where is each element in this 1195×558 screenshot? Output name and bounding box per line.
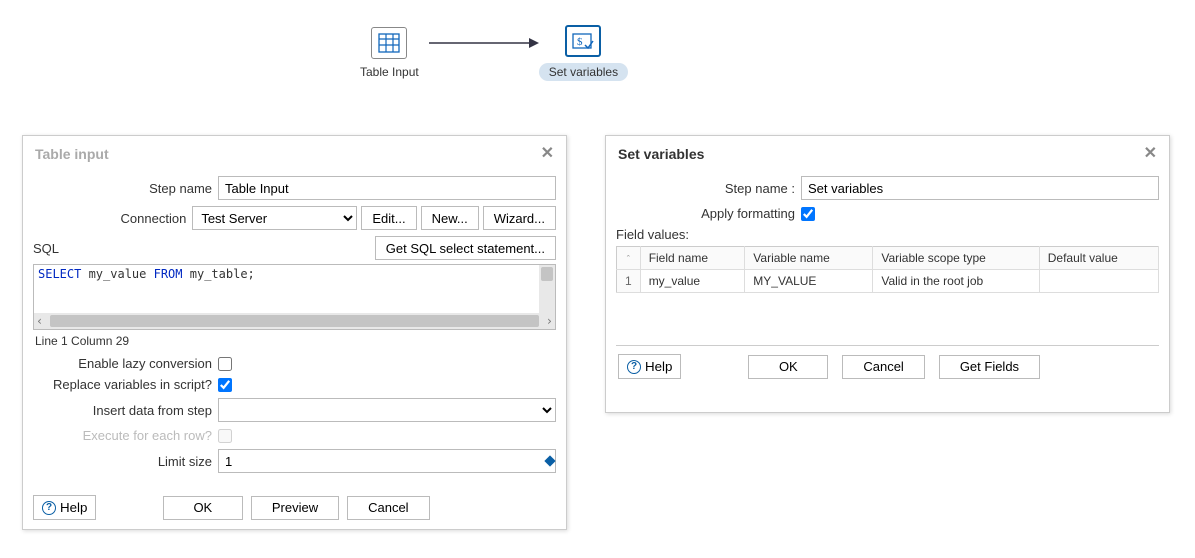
set-variables-dialog: Set variables ✕ Step name : Apply format… (605, 135, 1170, 413)
step-name-label: Step name : (616, 181, 801, 196)
sql-text: my_table; (183, 267, 255, 281)
apply-formatting-label: Apply formatting (616, 206, 801, 221)
col-default-value[interactable]: Default value (1039, 247, 1158, 270)
sql-keyword: FROM (154, 267, 183, 281)
help-icon: ? (42, 501, 56, 515)
sql-text: my_value (81, 267, 153, 281)
close-icon[interactable]: ✕ (541, 146, 554, 162)
col-variable-name[interactable]: Variable name (745, 247, 873, 270)
dialog-title: Set variables (618, 146, 704, 162)
help-button[interactable]: ? Help (33, 495, 96, 520)
replace-label: Replace variables in script? (33, 377, 218, 392)
table-row[interactable]: 1 my_value MY_VALUE Valid in the root jo… (617, 270, 1159, 293)
sql-editor[interactable]: SELECT my_value FROM my_table; (33, 264, 556, 330)
new-button[interactable]: New... (421, 206, 479, 230)
get-fields-button[interactable]: Get Fields (939, 355, 1040, 379)
step-name-input[interactable] (218, 176, 556, 200)
wizard-button[interactable]: Wizard... (483, 206, 556, 230)
col-rownum[interactable]: ˆ (617, 247, 641, 270)
help-button[interactable]: ? Help (618, 354, 681, 379)
flow-arrow (429, 42, 529, 44)
svg-text:$: $ (577, 36, 583, 48)
flow-node-label: Set variables (539, 63, 628, 81)
table-input-icon (371, 27, 407, 59)
execute-label: Execute for each row? (33, 428, 218, 443)
apply-formatting-checkbox[interactable] (801, 207, 815, 221)
ok-button[interactable]: OK (748, 355, 828, 379)
flow-diagram: Table Input $ Set variables (360, 25, 628, 81)
sql-label: SQL (33, 241, 59, 256)
preview-button[interactable]: Preview (251, 496, 339, 520)
close-icon[interactable]: ✕ (1144, 146, 1157, 162)
cursor-status: Line 1 Column 29 (33, 330, 556, 356)
cancel-button[interactable]: Cancel (842, 355, 924, 379)
flow-node-set-variables[interactable]: $ Set variables (539, 25, 628, 81)
scrollbar-vertical[interactable] (539, 265, 555, 313)
help-label: Help (60, 500, 87, 515)
ok-button[interactable]: OK (163, 496, 243, 520)
sort-caret-icon: ˆ (627, 254, 630, 264)
connection-select[interactable]: Test Server (192, 206, 357, 230)
execute-checkbox (218, 429, 232, 443)
cell-scope-type[interactable]: Valid in the root job (873, 270, 1039, 293)
cell-default-value[interactable] (1039, 270, 1158, 293)
table-input-dialog: Table input ✕ Step name Connection Test … (22, 135, 567, 530)
field-values-table[interactable]: ˆ Field name Variable name Variable scop… (616, 246, 1159, 293)
cell-variable-name[interactable]: MY_VALUE (745, 270, 873, 293)
insert-select[interactable] (218, 398, 556, 422)
cell-rownum: 1 (617, 270, 641, 293)
help-label: Help (645, 359, 672, 374)
sql-keyword: SELECT (38, 267, 81, 281)
limit-label: Limit size (33, 454, 218, 469)
replace-checkbox[interactable] (218, 378, 232, 392)
lazy-checkbox[interactable] (218, 357, 232, 371)
flow-node-table-input[interactable]: Table Input (360, 27, 419, 79)
field-values-label: Field values: (616, 227, 1159, 242)
get-sql-button[interactable]: Get SQL select statement... (375, 236, 556, 260)
col-scope-type[interactable]: Variable scope type (873, 247, 1039, 270)
limit-input[interactable] (218, 449, 556, 473)
step-name-input[interactable] (801, 176, 1159, 200)
help-icon: ? (627, 360, 641, 374)
scrollbar-horizontal[interactable] (34, 313, 555, 329)
step-name-label: Step name (33, 181, 218, 196)
connection-label: Connection (33, 211, 192, 226)
insert-label: Insert data from step (33, 403, 218, 418)
cell-field-name[interactable]: my_value (640, 270, 745, 293)
edit-button[interactable]: Edit... (361, 206, 416, 230)
lazy-label: Enable lazy conversion (33, 356, 218, 371)
dialog-title: Table input (35, 146, 109, 162)
table-header-row: ˆ Field name Variable name Variable scop… (617, 247, 1159, 270)
col-field-name[interactable]: Field name (640, 247, 745, 270)
flow-node-label: Table Input (360, 65, 419, 79)
set-variables-icon: $ (565, 25, 601, 57)
cancel-button[interactable]: Cancel (347, 496, 429, 520)
